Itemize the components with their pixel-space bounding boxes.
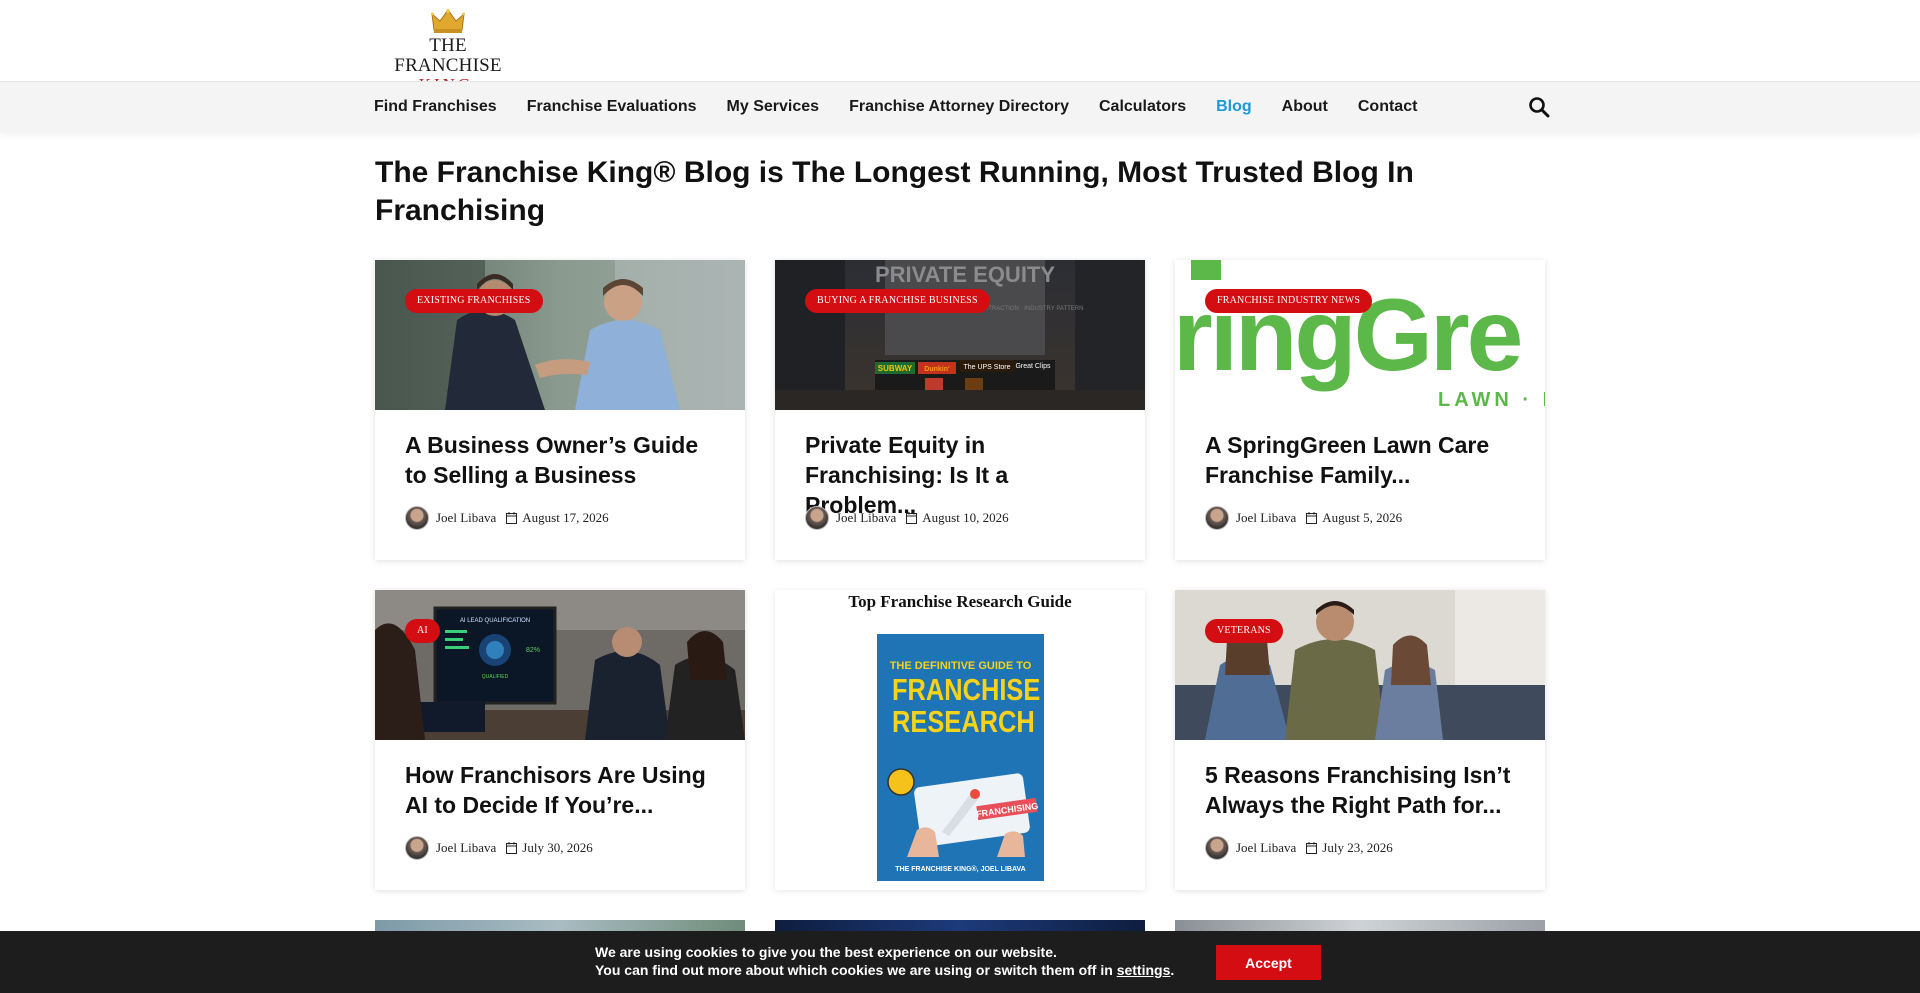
- nav-item-contact[interactable]: Contact: [1358, 98, 1418, 116]
- author-avatar: [805, 506, 829, 530]
- post-date: July 23, 2026: [1322, 840, 1393, 855]
- category-badge[interactable]: FRANCHISE INDUSTRY NEWS: [1205, 289, 1373, 313]
- crown-icon: [431, 9, 465, 33]
- nav-item-calculators[interactable]: Calculators: [1099, 98, 1186, 116]
- post-author[interactable]: Joel Libava: [836, 510, 896, 526]
- site-header: THE FRANCHISE KING®: [0, 0, 1920, 93]
- blog-post-card[interactable]: ringGre LAWN · P FRANCHISE INDUSTRY NEWS…: [1175, 260, 1545, 560]
- nav-item-my-services[interactable]: My Services: [727, 98, 820, 116]
- post-meta: Joel Libava July 23, 2026: [1205, 835, 1393, 861]
- logo-text-line1: THE FRANCHISE: [394, 35, 502, 76]
- category-badge[interactable]: VETERANS: [1205, 619, 1283, 643]
- blog-post-card[interactable]: EXISTING FRANCHISES A Business Owner’s G…: [375, 260, 745, 560]
- book-title: FRANCHISE RESEARCH: [892, 672, 1041, 739]
- post-title[interactable]: A SpringGreen Lawn Care Franchise Family…: [1205, 430, 1525, 490]
- post-thumbnail[interactable]: EXISTING FRANCHISES: [375, 260, 745, 410]
- author-avatar: [405, 836, 429, 860]
- calendar-icon: [906, 512, 918, 524]
- cookie-message-line2: You can find out more about which cookie…: [595, 962, 1175, 978]
- post-thumbnail[interactable]: VETERANS: [1175, 590, 1545, 740]
- image-sign-text: PRIVATE EQUITY: [875, 262, 1055, 287]
- post-thumbnail[interactable]: AI LEAD QUALIFICATION 82% QUALIFIED AI: [375, 590, 745, 740]
- post-author[interactable]: Joel Libava: [436, 840, 496, 856]
- post-date: August 5, 2026: [1322, 510, 1403, 525]
- calendar-icon: [506, 842, 518, 854]
- post-meta: Joel Libava August 10, 2026: [805, 505, 1009, 531]
- post-title[interactable]: A Business Owner’s Guide to Selling a Bu…: [405, 430, 725, 490]
- image-shop-sign: SUBWAY: [878, 364, 913, 373]
- post-author[interactable]: Joel Libava: [1236, 840, 1296, 856]
- author-avatar: [405, 506, 429, 530]
- search-button[interactable]: [1528, 96, 1550, 118]
- calendar-icon: [506, 512, 518, 524]
- nav-item-about[interactable]: About: [1282, 98, 1328, 116]
- image-shop-sign: Great Clips: [1015, 363, 1051, 370]
- nav-menu: Find Franchises Franchise Evaluations My…: [374, 82, 1447, 132]
- accept-cookies-button[interactable]: Accept: [1216, 945, 1321, 980]
- book-subtitle: THE DEFINITIVE GUIDE TO: [889, 660, 1032, 672]
- category-badge[interactable]: BUYING A FRANCHISE BUSINESS: [805, 289, 990, 313]
- search-icon: [1529, 97, 1550, 118]
- post-date: August 10, 2026: [922, 510, 1009, 525]
- author-avatar: [1205, 836, 1229, 860]
- image-screen-status: QUALIFIED: [482, 674, 509, 680]
- cookie-message: We are using cookies to give you the bes…: [595, 943, 1174, 979]
- post-thumbnail-partial[interactable]: [1175, 920, 1545, 931]
- post-title[interactable]: 5 Reasons Franchising Isn’t Always the R…: [1205, 760, 1525, 820]
- blog-post-card[interactable]: AI LEAD QUALIFICATION 82% QUALIFIED AI H…: [375, 590, 745, 890]
- image-screen-title: AI LEAD QUALIFICATION: [460, 618, 530, 624]
- guide-book-cover[interactable]: THE DEFINITIVE GUIDE TO FRANCHISE RESEAR…: [877, 634, 1044, 881]
- image-shop-sign: The UPS Store: [963, 364, 1010, 371]
- calendar-icon: [1306, 512, 1318, 524]
- post-meta: Joel Libava July 30, 2026: [405, 835, 593, 861]
- post-title[interactable]: How Franchisors Are Using AI to Decide I…: [405, 760, 725, 820]
- blog-post-card[interactable]: PRIVATE EQUITY CONSOLIDATION · DEBT · RE…: [775, 260, 1145, 560]
- research-guide-widget: Top Franchise Research Guide THE DEFINIT…: [775, 590, 1145, 890]
- nav-item-blog[interactable]: Blog: [1216, 98, 1252, 116]
- widget-title: Top Franchise Research Guide: [848, 592, 1072, 611]
- calendar-icon: [1306, 842, 1318, 854]
- image-logo-subtext: LAWN · P: [1438, 389, 1545, 410]
- image-shop-sign: Dunkin': [924, 366, 950, 373]
- site-logo[interactable]: THE FRANCHISE KING®: [378, 8, 518, 93]
- post-meta: Joel Libava August 5, 2026: [1205, 505, 1402, 531]
- post-author[interactable]: Joel Libava: [1236, 510, 1296, 526]
- post-thumbnail-partial[interactable]: [375, 920, 745, 931]
- category-badge[interactable]: EXISTING FRANCHISES: [405, 289, 543, 313]
- post-date: July 30, 2026: [522, 840, 593, 855]
- cookie-message-line1: We are using cookies to give you the bes…: [595, 944, 1057, 960]
- category-badge[interactable]: AI: [405, 619, 440, 643]
- nav-item-franchise-evaluations[interactable]: Franchise Evaluations: [527, 98, 697, 116]
- author-avatar: [1205, 506, 1229, 530]
- main-navigation: Find Franchises Franchise Evaluations My…: [0, 81, 1920, 132]
- cookie-consent-bar: We are using cookies to give you the bes…: [0, 931, 1920, 993]
- cookie-settings-link[interactable]: settings: [1117, 962, 1171, 978]
- post-date: August 17, 2026: [522, 510, 609, 525]
- post-thumbnail[interactable]: PRIVATE EQUITY CONSOLIDATION · DEBT · RE…: [775, 260, 1145, 410]
- book-author: THE FRANCHISE KING®, JOEL LIBAVA: [895, 866, 1026, 873]
- page-title: The Franchise King® Blog is The Longest …: [375, 156, 1414, 227]
- post-thumbnail-partial[interactable]: [775, 920, 1145, 931]
- nav-item-franchise-attorney-directory[interactable]: Franchise Attorney Directory: [849, 98, 1069, 116]
- nav-item-find-franchises[interactable]: Find Franchises: [374, 98, 497, 116]
- post-author[interactable]: Joel Libava: [436, 510, 496, 526]
- image-screen-percent: 82%: [526, 647, 540, 654]
- post-thumbnail[interactable]: ringGre LAWN · P FRANCHISE INDUSTRY NEWS: [1175, 260, 1545, 410]
- post-meta: Joel Libava August 17, 2026: [405, 505, 609, 531]
- blog-post-card[interactable]: VETERANS 5 Reasons Franchising Isn’t Alw…: [1175, 590, 1545, 890]
